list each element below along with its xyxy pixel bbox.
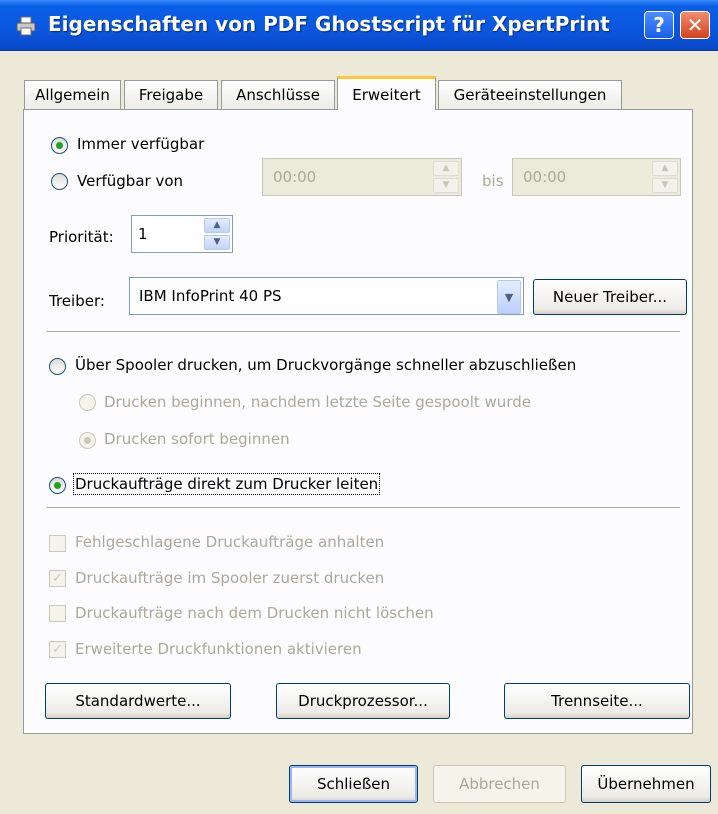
available-from-radio[interactable] bbox=[51, 173, 68, 190]
help-icon: ? bbox=[653, 13, 665, 37]
priority-input[interactable]: 1 ▲ ▼ bbox=[131, 215, 233, 253]
start-immediately-radio[interactable] bbox=[79, 432, 96, 449]
tab-erweitert[interactable]: Erweitert bbox=[337, 76, 436, 110]
available-from-label: Verfügbar von bbox=[77, 172, 184, 190]
spool-radio[interactable] bbox=[49, 358, 66, 375]
spin-down-icon: ▼ bbox=[652, 178, 678, 193]
always-available-label: Immer verfügbar bbox=[77, 135, 205, 153]
title-bar[interactable]: Eigenschaften von PDF Ghostscript für Xp… bbox=[0, 0, 718, 51]
keep-printed-label: Druckaufträge nach dem Drucken nicht lös… bbox=[75, 604, 434, 622]
tab-anschluesse[interactable]: Anschlüsse bbox=[221, 80, 335, 109]
advanced-panel: Immer verfügbar Verfügbar von 00:00 ▲ ▼ … bbox=[23, 109, 693, 734]
direct-to-printer-label: Druckaufträge direkt zum Drucker leiten bbox=[72, 473, 381, 495]
chevron-down-icon[interactable]: ▼ bbox=[497, 280, 521, 314]
hold-mismatched-label: Fehlgeschlagene Druckaufträge anhalten bbox=[75, 533, 385, 551]
spooled-first-label: Druckaufträge im Spooler zuerst drucken bbox=[75, 569, 385, 587]
hold-mismatched-checkbox[interactable] bbox=[49, 535, 66, 552]
available-to-time[interactable]: 00:00 ▲ ▼ bbox=[512, 158, 681, 196]
check-icon: ✓ bbox=[52, 642, 63, 657]
close-window-button[interactable]: ✕ bbox=[680, 11, 710, 39]
keep-printed-checkbox[interactable] bbox=[49, 605, 66, 622]
defaults-button[interactable]: Standardwerte... bbox=[45, 683, 231, 719]
start-after-last-page-label: Drucken beginnen, nachdem letzte Seite g… bbox=[104, 393, 531, 411]
check-icon: ✓ bbox=[52, 571, 63, 586]
help-button[interactable]: ? bbox=[644, 11, 674, 39]
spin-up-icon: ▲ bbox=[204, 218, 230, 233]
direct-to-printer-radio[interactable] bbox=[49, 477, 66, 494]
spooled-first-checkbox[interactable]: ✓ bbox=[49, 570, 66, 587]
apply-button[interactable]: Übernehmen bbox=[581, 765, 711, 803]
cancel-button[interactable]: Abbrechen bbox=[433, 765, 566, 803]
dialog-body: Allgemein Freigabe Anschlüsse Erweitert … bbox=[0, 51, 718, 814]
available-from-time[interactable]: 00:00 ▲ ▼ bbox=[262, 158, 462, 196]
always-available-radio[interactable] bbox=[51, 137, 68, 154]
driver-label: Treiber: bbox=[49, 292, 105, 310]
print-processor-button[interactable]: Druckprozessor... bbox=[276, 683, 450, 719]
driver-select[interactable]: IBM InfoPrint 40 PS ▼ bbox=[129, 277, 524, 315]
from-time-spinner[interactable]: ▲ ▼ bbox=[433, 161, 459, 193]
window-title: Eigenschaften von PDF Ghostscript für Xp… bbox=[48, 12, 610, 36]
spin-up-icon: ▲ bbox=[433, 161, 459, 176]
close-icon: ✕ bbox=[686, 13, 704, 37]
advanced-features-label: Erweiterte Druckfunktionen aktivieren bbox=[75, 640, 362, 658]
priority-spinner[interactable]: ▲ ▼ bbox=[204, 218, 230, 250]
spool-label: Über Spooler drucken, um Druckvorgänge s… bbox=[75, 356, 577, 374]
start-after-last-page-radio[interactable] bbox=[79, 394, 96, 411]
close-button[interactable]: Schließen bbox=[289, 765, 418, 803]
spin-down-icon: ▼ bbox=[204, 235, 230, 250]
tab-freigabe[interactable]: Freigabe bbox=[124, 80, 218, 109]
printer-icon bbox=[16, 16, 36, 36]
spin-up-icon: ▲ bbox=[652, 161, 678, 176]
tab-allgemein[interactable]: Allgemein bbox=[24, 80, 121, 109]
separator-page-button[interactable]: Trennseite... bbox=[504, 683, 690, 719]
start-immediately-label: Drucken sofort beginnen bbox=[104, 430, 290, 448]
separator bbox=[47, 507, 680, 509]
to-time-spinner[interactable]: ▲ ▼ bbox=[652, 161, 678, 193]
spin-down-icon: ▼ bbox=[433, 178, 459, 193]
priority-label: Priorität: bbox=[49, 228, 114, 246]
new-driver-button[interactable]: Neuer Treiber... bbox=[533, 279, 687, 315]
separator bbox=[47, 331, 680, 333]
to-label: bis bbox=[482, 172, 504, 190]
tab-geraeteeinstellungen[interactable]: Geräteeinstellungen bbox=[438, 80, 622, 109]
advanced-features-checkbox[interactable]: ✓ bbox=[49, 641, 66, 658]
